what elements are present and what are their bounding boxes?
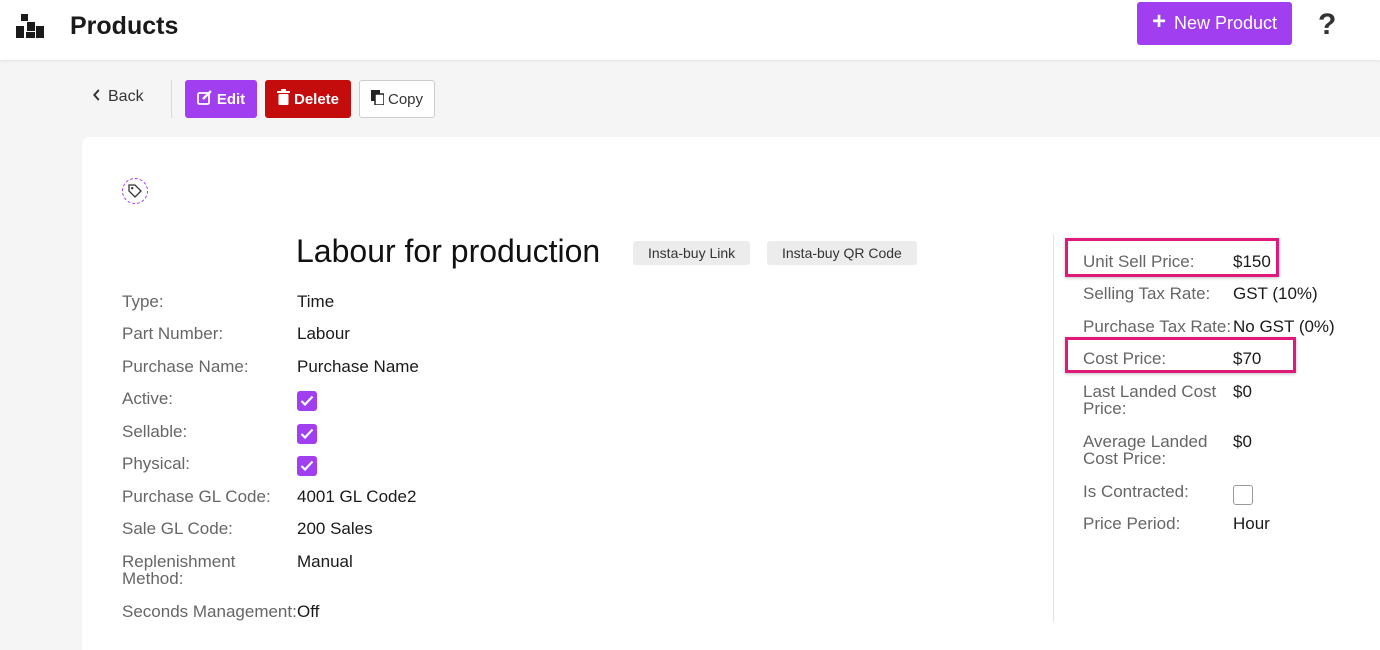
- purchase-gl-value: 4001 GL Code2: [297, 487, 417, 506]
- active-label: Active:: [122, 389, 174, 408]
- tag-icon[interactable]: [122, 178, 148, 204]
- back-button[interactable]: Back: [92, 88, 144, 106]
- trash-icon: [276, 89, 290, 109]
- selling-tax-rate-value: GST (10%): [1233, 284, 1318, 303]
- price-period-label: Price Period:: [1083, 514, 1181, 533]
- insta-buy-link-button[interactable]: Insta-buy Link: [633, 241, 751, 265]
- delete-button[interactable]: Delete: [265, 80, 351, 118]
- cost-price-value: $70: [1233, 349, 1262, 368]
- column-divider: [1053, 234, 1054, 622]
- back-label: Back: [108, 88, 144, 105]
- top-bar: Products + New Product ?: [0, 0, 1380, 60]
- cost-price-label: Cost Price:: [1083, 349, 1167, 368]
- part-number-value: Labour: [297, 324, 350, 343]
- type-label: Type:: [122, 292, 164, 311]
- copy-icon: [370, 89, 385, 109]
- insta-buy-qr-button[interactable]: Insta-buy QR Code: [767, 241, 917, 265]
- purchase-tax-rate-label: Purchase Tax Rate:: [1083, 317, 1232, 336]
- sellable-label: Sellable:: [122, 422, 188, 441]
- average-landed-cost-label: Average Landed Cost Price:: [1083, 432, 1208, 468]
- delete-label: Delete: [293, 90, 340, 108]
- copy-label: Copy: [387, 90, 424, 108]
- unit-sell-price-value: $150: [1233, 252, 1271, 271]
- purchase-name-value: Purchase Name: [297, 357, 419, 376]
- edit-icon: [196, 89, 213, 109]
- unit-sell-price-label: Unit Sell Price:: [1083, 252, 1195, 271]
- seconds-label: Seconds Management:: [122, 602, 297, 621]
- product-detail-card: Labour for production Insta-buy Link Ins…: [82, 137, 1380, 650]
- new-product-label: New Product: [1173, 13, 1278, 33]
- purchase-gl-label: Purchase GL Code:: [122, 487, 271, 506]
- sale-gl-label: Sale GL Code:: [122, 519, 233, 538]
- plus-icon: +: [1151, 8, 1166, 35]
- help-icon[interactable]: ?: [1318, 8, 1336, 42]
- last-landed-cost-label: Last Landed Cost Price:: [1083, 382, 1217, 418]
- page-title: Products: [70, 12, 179, 40]
- sellable-checkbox[interactable]: [297, 424, 317, 444]
- edit-button[interactable]: Edit: [185, 80, 257, 118]
- price-period-value: Hour: [1233, 514, 1270, 533]
- type-value: Time: [297, 292, 335, 311]
- product-name: Labour for production: [296, 233, 601, 269]
- average-landed-cost-value: $0: [1233, 432, 1252, 451]
- last-landed-cost-value: $0: [1233, 382, 1252, 401]
- new-product-button[interactable]: + New Product: [1137, 2, 1292, 45]
- toolbar-divider: [171, 80, 172, 118]
- selling-tax-rate-label: Selling Tax Rate:: [1083, 284, 1211, 303]
- replenishment-value: Manual: [297, 552, 353, 571]
- seconds-value: Off: [297, 602, 320, 621]
- sale-gl-value: 200 Sales: [297, 519, 373, 538]
- is-contracted-checkbox[interactable]: [1233, 485, 1253, 505]
- purchase-name-label: Purchase Name:: [122, 357, 249, 376]
- chevron-left-icon: [93, 88, 102, 106]
- part-number-label: Part Number:: [122, 324, 224, 343]
- edit-label: Edit: [216, 90, 246, 108]
- physical-checkbox[interactable]: [297, 456, 317, 476]
- purchase-tax-rate-value: No GST (0%): [1233, 317, 1335, 336]
- copy-button[interactable]: Copy: [359, 80, 435, 118]
- is-contracted-label: Is Contracted:: [1083, 482, 1189, 501]
- active-checkbox[interactable]: [297, 391, 317, 411]
- boxes-icon: [16, 14, 46, 40]
- physical-label: Physical:: [122, 454, 191, 473]
- replenishment-label: Replenishment Method:: [122, 552, 236, 588]
